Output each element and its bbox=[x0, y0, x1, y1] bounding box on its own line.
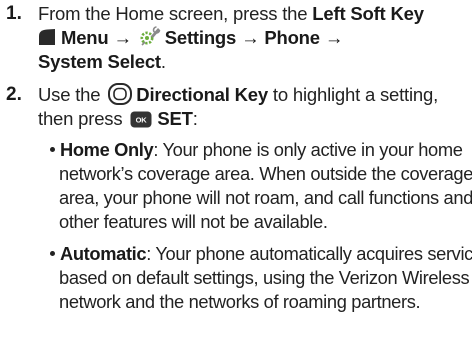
step-2-then-press-text: then press bbox=[38, 108, 128, 129]
step-2-body: Use the Directional Key to highlight a s… bbox=[38, 83, 464, 131]
step-1-intro-text: From the Home screen, press the bbox=[38, 3, 313, 24]
settings-label: Settings bbox=[164, 27, 237, 48]
option-automatic-line-2: based on default settings, using the Ver… bbox=[59, 267, 470, 288]
step-2-highlight-text: to highlight a setting, bbox=[267, 84, 439, 105]
step-2-number: 2. bbox=[6, 84, 22, 105]
option-text: : Your phone automatically acquires serv… bbox=[146, 243, 472, 264]
instruction-document: 1. From the Home screen, press the Left … bbox=[0, 0, 472, 356]
left-soft-key-icon bbox=[38, 28, 56, 46]
step-2-line-2: then press OK SET: bbox=[38, 107, 464, 131]
option-home-only-line-4: other features will not be available. bbox=[59, 211, 328, 232]
step-1-line-1: From the Home screen, press the Left Sof… bbox=[38, 2, 464, 26]
option-home-only-line-3: area, your phone will not roam, and call… bbox=[59, 187, 472, 208]
step-2-line-1: Use the Directional Key to highlight a s… bbox=[38, 83, 464, 107]
arrow-3: → bbox=[324, 27, 344, 48]
step-1-body: From the Home screen, press the Left Sof… bbox=[38, 2, 464, 74]
bullet-dot bbox=[50, 147, 55, 153]
step-2-use-text: Use the bbox=[38, 84, 106, 105]
ok-key-icon: OK bbox=[130, 110, 152, 128]
directional-key-icon bbox=[108, 83, 133, 106]
arrow-1: → bbox=[113, 27, 132, 48]
option-term: Home Only bbox=[60, 139, 154, 160]
step-2-colon: : bbox=[192, 108, 198, 129]
option-automatic-line-1: Automatic: Your phone automatically acqu… bbox=[50, 243, 472, 267]
option-home-only-line-1: Home Only: Your phone is only active in … bbox=[50, 139, 466, 163]
system-select-label: System Select bbox=[38, 51, 161, 72]
option-home-only: Home Only: Your phone is only active in … bbox=[50, 139, 472, 235]
step-1-number: 1. bbox=[6, 3, 22, 24]
ok-key-text: OK bbox=[136, 115, 148, 124]
step-1-period: . bbox=[160, 51, 166, 72]
option-automatic: Automatic: Your phone automatically acqu… bbox=[50, 243, 472, 315]
step-1-line-2: Menu → Settings → Phone → bbox=[38, 26, 464, 50]
option-home-only-line-2: network’s coverage area. When outside th… bbox=[59, 163, 472, 184]
directional-key-label: Directional Key bbox=[136, 84, 268, 105]
left-soft-key-label: Left Soft Key bbox=[312, 3, 424, 24]
menu-label: Menu bbox=[61, 27, 109, 48]
bullet-dot bbox=[50, 251, 55, 257]
settings-icon bbox=[139, 25, 161, 47]
option-text: : Your phone is only active in your home bbox=[153, 139, 463, 160]
option-term: Automatic bbox=[60, 243, 147, 264]
phone-label: Phone bbox=[264, 27, 320, 48]
option-automatic-line-3: network and the networks of roaming part… bbox=[59, 291, 421, 312]
step-1-line-3: System Select. bbox=[38, 50, 464, 74]
arrow-2: → bbox=[241, 27, 260, 48]
set-label: SET bbox=[157, 108, 193, 129]
